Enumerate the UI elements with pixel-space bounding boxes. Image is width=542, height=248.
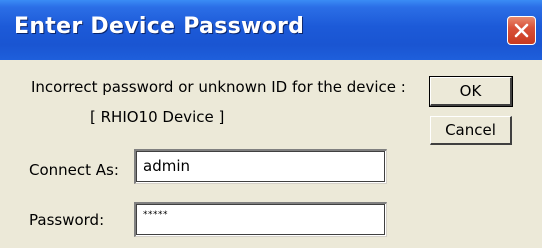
dialog-body: Incorrect password or unknown ID for the… (0, 60, 542, 248)
ok-button[interactable]: OK (429, 76, 513, 107)
error-message: Incorrect password or unknown ID for the… (31, 78, 406, 96)
password-input[interactable]: ***** (134, 202, 387, 237)
close-button[interactable] (507, 16, 536, 45)
ok-button-label: OK (459, 82, 482, 100)
close-icon (514, 23, 529, 38)
window-title: Enter Device Password (14, 14, 305, 39)
password-label: Password: (29, 211, 105, 229)
cancel-button[interactable]: Cancel (430, 116, 512, 145)
connect-as-input[interactable]: admin (134, 149, 387, 184)
device-name: [ RHIO10 Device ] (90, 108, 225, 126)
title-bar[interactable]: Enter Device Password (0, 0, 542, 60)
connect-as-label: Connect As: (29, 161, 119, 179)
cancel-button-label: Cancel (445, 121, 496, 139)
